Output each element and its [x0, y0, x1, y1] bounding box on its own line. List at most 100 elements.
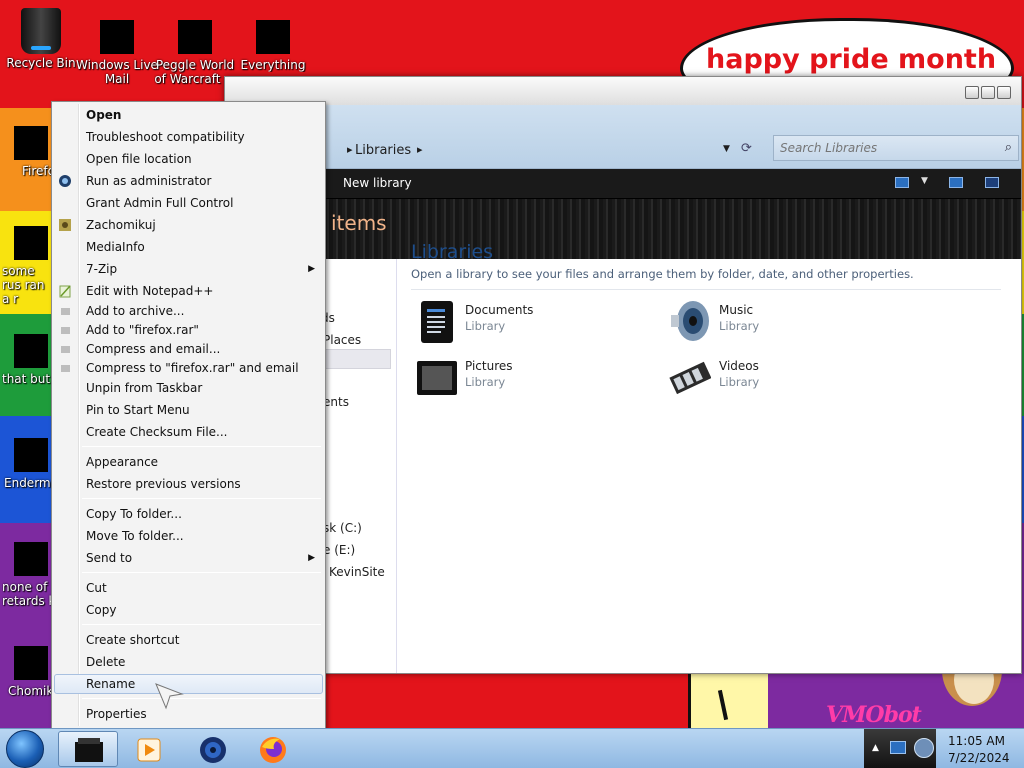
- menu-item-move-to-folder[interactable]: Move To folder...: [54, 526, 323, 546]
- nav-item-kevinsite[interactable]: KevinSite: [329, 565, 385, 579]
- menu-item-delete[interactable]: Delete: [54, 652, 323, 672]
- address-bar: ▸ Libraries ▸ ▼ ⟳ ⌕: [225, 105, 1021, 169]
- breadcrumb-libraries[interactable]: Libraries: [355, 143, 411, 158]
- menu-item-compress-rar-email[interactable]: Compress to "firefox.rar" and email: [54, 358, 323, 378]
- nav-item-documents[interactable]: ents: [323, 395, 349, 409]
- taskbar-ie-button[interactable]: [184, 731, 244, 767]
- minimize-button[interactable]: [965, 86, 979, 99]
- menu-item-label: Compress and email...: [86, 342, 221, 356]
- menu-item-label: Zachomikuj: [86, 218, 156, 232]
- menu-item-label: Properties: [86, 707, 147, 721]
- context-menu: Open Troubleshoot compatibility Open fil…: [51, 101, 326, 729]
- menu-item-create-shortcut[interactable]: Create shortcut: [54, 630, 323, 650]
- nav-item-recent-places[interactable]: Places: [323, 333, 361, 347]
- firefox-icon: [14, 126, 48, 160]
- close-button[interactable]: [997, 86, 1011, 99]
- menu-item-label: Unpin from Taskbar: [86, 381, 203, 395]
- maximize-button[interactable]: [981, 86, 995, 99]
- taskbar-explorer-button[interactable]: [58, 731, 118, 767]
- search-input[interactable]: [774, 136, 984, 160]
- menu-item-7zip[interactable]: 7-Zip ▶: [54, 259, 323, 279]
- globe-icon: [200, 737, 226, 763]
- clock-time[interactable]: 11:05 AM: [948, 734, 1005, 748]
- taskbar-firefox-button[interactable]: [244, 731, 304, 767]
- network-icon[interactable]: [890, 741, 906, 754]
- breadcrumb-separator-icon: ▸: [347, 143, 353, 156]
- desktop-icon-windows-live-mail[interactable]: Windows Live Mail: [76, 20, 158, 86]
- new-library-button[interactable]: New library: [343, 176, 412, 190]
- menu-item-label: MediaInfo: [86, 240, 145, 254]
- menu-item-troubleshoot[interactable]: Troubleshoot compatibility: [54, 127, 323, 147]
- mouse-cursor-icon: [155, 683, 184, 710]
- menu-item-add-to-archive[interactable]: Add to archive...: [54, 301, 323, 321]
- menu-item-add-to-rar[interactable]: Add to "firefox.rar": [54, 320, 323, 340]
- chevron-down-icon[interactable]: ▼: [921, 176, 928, 186]
- library-videos[interactable]: Videos Library: [665, 355, 865, 405]
- show-hidden-icons-icon[interactable]: ▲: [872, 743, 879, 753]
- desktop-icon-label: some rus ran a r: [2, 264, 45, 306]
- volume-icon[interactable]: [914, 738, 934, 758]
- menu-item-restore-versions[interactable]: Restore previous versions: [54, 474, 323, 494]
- address-dropdown-icon[interactable]: ▼: [723, 144, 730, 154]
- menu-item-label: Send to: [86, 551, 133, 565]
- menu-item-unpin-taskbar[interactable]: Unpin from Taskbar: [54, 378, 323, 398]
- search-box[interactable]: ⌕: [773, 135, 1019, 161]
- taskbar: ▲ 11:05 AM 7/22/2024: [0, 728, 1024, 768]
- shield-icon: [59, 175, 71, 187]
- menu-item-open[interactable]: Open: [54, 105, 323, 125]
- mail-icon: [100, 20, 134, 54]
- documents-icon: [421, 301, 453, 343]
- wallpaper-red-patch: [320, 672, 710, 728]
- menu-item-cut[interactable]: Cut: [54, 578, 323, 598]
- refresh-icon[interactable]: ⟳: [741, 141, 752, 156]
- clock-date[interactable]: 7/22/2024: [948, 751, 1010, 765]
- menu-item-properties[interactable]: Properties: [54, 704, 323, 724]
- menu-item-copy[interactable]: Copy: [54, 600, 323, 620]
- menu-item-send-to[interactable]: Send to ▶: [54, 548, 323, 568]
- menu-item-label: Restore previous versions: [86, 477, 241, 491]
- divider: [411, 289, 1001, 290]
- menu-separator: [82, 572, 321, 573]
- nav-item-drive-e[interactable]: e (E:): [323, 543, 355, 557]
- menu-item-mediainfo[interactable]: MediaInfo: [54, 237, 323, 257]
- menu-item-rename[interactable]: Rename: [54, 674, 323, 694]
- taskbar-media-player-button[interactable]: [120, 731, 180, 767]
- library-documents[interactable]: Documents Library: [411, 299, 611, 349]
- menu-item-open-file-location[interactable]: Open file location: [54, 149, 323, 169]
- header-strip: items: [225, 199, 1021, 259]
- preview-pane-icon[interactable]: [949, 177, 963, 188]
- menu-item-label: 7-Zip: [86, 262, 118, 276]
- menu-item-zachomikuj[interactable]: Zachomikuj: [54, 215, 323, 235]
- videos-icon: [669, 361, 711, 395]
- menu-item-label: Copy To folder...: [86, 507, 182, 521]
- menu-item-compress-email[interactable]: Compress and email...: [54, 339, 323, 359]
- start-button[interactable]: [6, 730, 44, 768]
- menu-item-label: Create shortcut: [86, 633, 180, 647]
- menu-item-label: Run as administrator: [86, 174, 212, 188]
- title-bar[interactable]: [225, 77, 1021, 105]
- menu-item-checksum[interactable]: Create Checksum File...: [54, 422, 323, 442]
- menu-item-pin-start[interactable]: Pin to Start Menu: [54, 400, 323, 420]
- video-file-icon: [14, 542, 48, 576]
- menu-item-grant-admin[interactable]: Grant Admin Full Control: [54, 193, 323, 213]
- menu-item-run-as-admin[interactable]: Run as administrator: [54, 171, 323, 191]
- menu-item-label: Add to "firefox.rar": [86, 323, 199, 337]
- change-view-icon[interactable]: [895, 177, 909, 188]
- menu-item-appearance[interactable]: Appearance: [54, 452, 323, 472]
- library-type: Library: [719, 375, 760, 389]
- help-icon[interactable]: [985, 177, 999, 188]
- desktop-icon-everything[interactable]: Everything: [232, 20, 314, 72]
- nav-item-local-disk[interactable]: sk (C:): [323, 521, 362, 535]
- breadcrumb-separator-icon[interactable]: ▸: [417, 143, 423, 156]
- content-subtitle: Open a library to see your files and arr…: [411, 267, 914, 281]
- desktop-icon-recycle-bin[interactable]: Recycle Bin: [0, 8, 82, 70]
- firefox-icon: [260, 737, 286, 763]
- content-title: Libraries: [411, 241, 494, 263]
- menu-item-edit-notepad[interactable]: Edit with Notepad++: [54, 281, 323, 301]
- menu-item-label: Pin to Start Menu: [86, 403, 190, 417]
- library-music[interactable]: Music Library: [665, 299, 865, 349]
- library-pictures[interactable]: Pictures Library: [411, 355, 611, 405]
- menu-separator: [82, 446, 321, 447]
- menu-item-copy-to-folder[interactable]: Copy To folder...: [54, 504, 323, 524]
- search-icon[interactable]: ⌕: [1005, 140, 1012, 155]
